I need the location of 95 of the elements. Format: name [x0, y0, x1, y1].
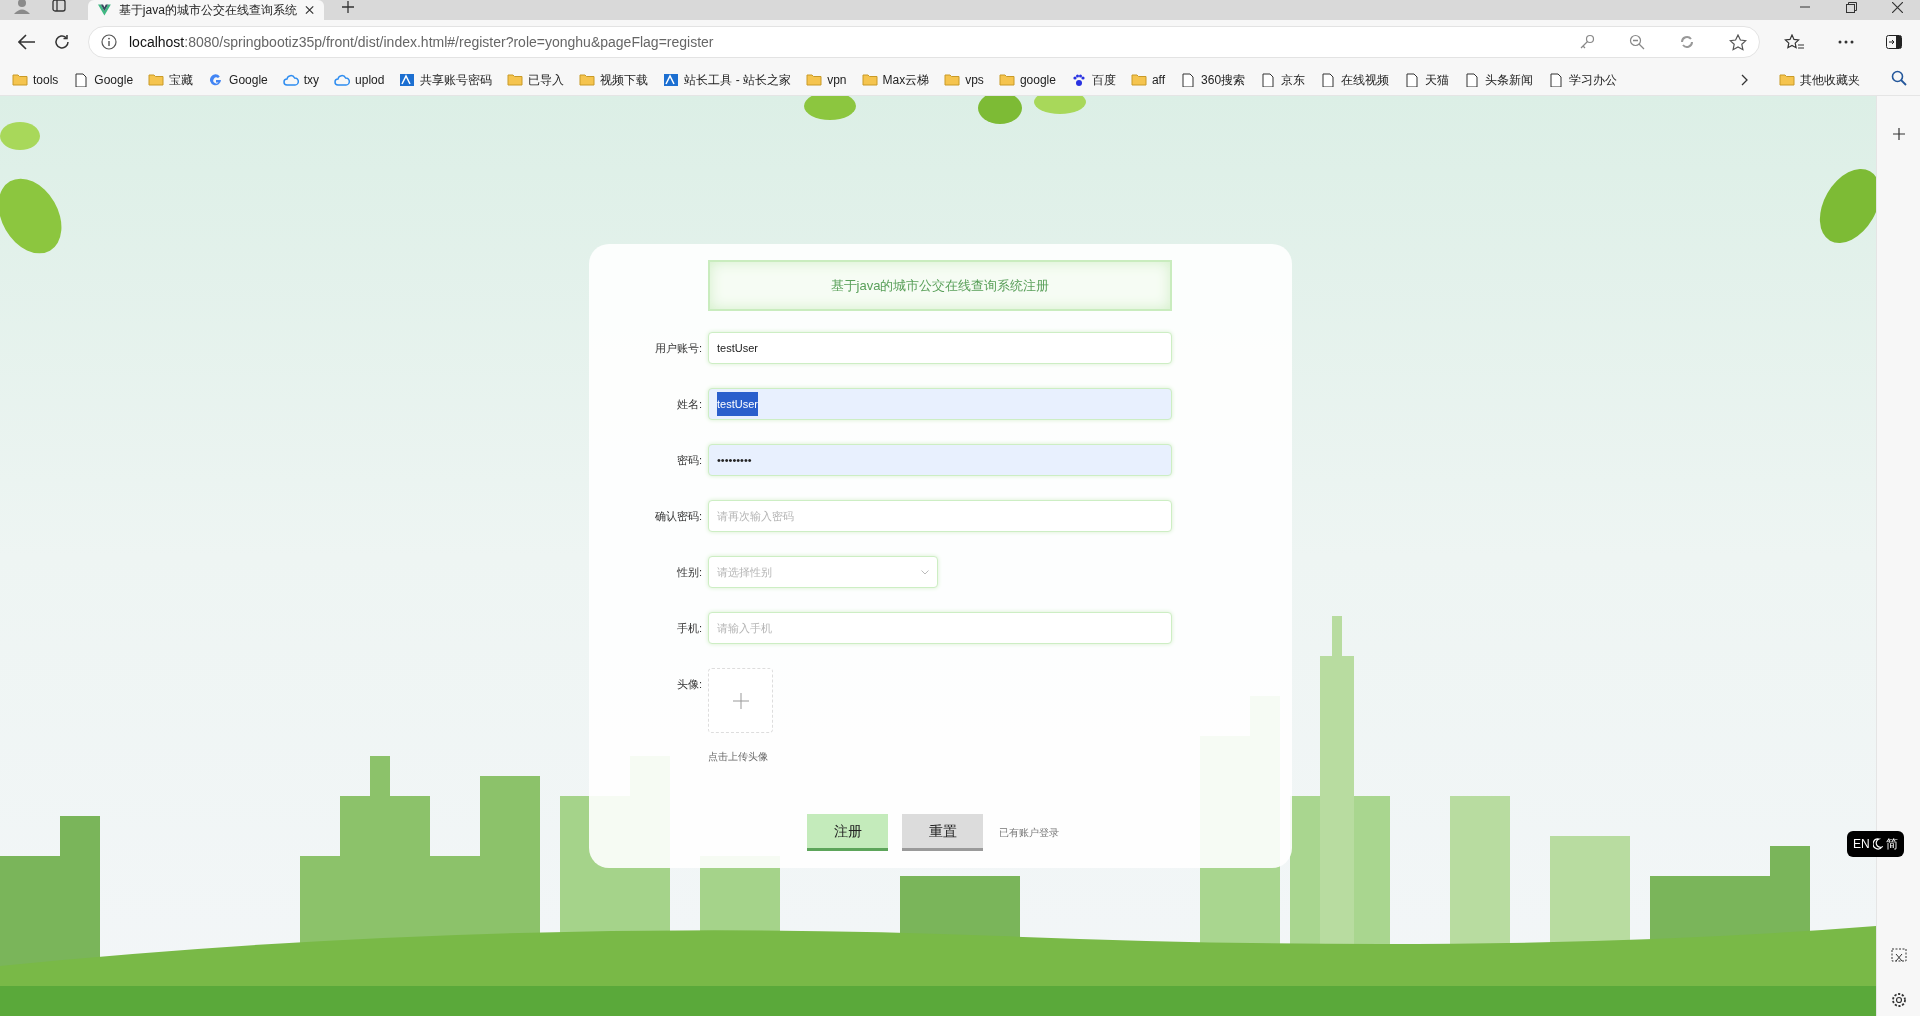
sidebar-icon[interactable]	[1886, 35, 1902, 49]
input-value: testUser	[717, 392, 758, 416]
folder-icon	[998, 72, 1015, 87]
browser-tab[interactable]: 基于java的城市公交在线查询系统	[88, 0, 324, 20]
bookmark[interactable]: 已导入	[507, 70, 565, 89]
bookmark[interactable]: 共享账号密码	[399, 70, 493, 89]
tab-title: 基于java的城市公交在线查询系统	[118, 2, 297, 19]
settings-icon[interactable]	[1890, 992, 1907, 1008]
folder-icon	[1130, 72, 1147, 87]
tab-actions-icon[interactable]	[52, 0, 66, 12]
input-field[interactable]: •••••••••	[708, 444, 1172, 476]
folder-icon	[944, 72, 961, 87]
bookmark[interactable]: aff	[1130, 70, 1166, 89]
page-icon	[1404, 72, 1421, 87]
folder-icon	[579, 72, 596, 87]
bookmark[interactable]: 天猫	[1404, 70, 1450, 89]
bookmark[interactable]: 百度	[1070, 70, 1116, 89]
refresh-icon[interactable]	[54, 34, 70, 50]
input-field[interactable]: testUser	[708, 332, 1172, 364]
app-icon	[663, 72, 680, 87]
folder-icon	[507, 72, 524, 87]
app-icon	[399, 72, 416, 87]
bookmark[interactable]: 京东	[1260, 70, 1306, 89]
close-window-icon[interactable]	[1892, 2, 1903, 13]
page-icon	[1548, 72, 1565, 87]
page-icon	[1464, 72, 1481, 87]
back-icon[interactable]	[18, 34, 36, 50]
restore-icon[interactable]	[1846, 2, 1857, 13]
bookmark[interactable]: 学习办公	[1548, 70, 1618, 89]
address-bar[interactable]: localhost:8080/springbootiz35p/front/dist/index.html#/register?role=yonghu&pageFlag=register	[88, 26, 1760, 58]
upload-hint: 点击上传头像	[708, 750, 769, 764]
url-text: localhost:8080/springbootiz35p/front/dist/index.html#/register?role=yonghu&pageFlag=register	[129, 32, 715, 52]
folder-icon	[861, 72, 878, 87]
chevron-right-icon[interactable]	[1741, 73, 1749, 86]
folder-icon	[148, 72, 165, 87]
star-icon[interactable]	[1729, 33, 1747, 51]
bookmark[interactable]: 视频下载	[579, 70, 649, 89]
bookmark[interactable]: 站长工具 - 站长之家	[663, 70, 792, 89]
input-value: •••••••••	[717, 453, 752, 468]
folder-icon	[12, 72, 28, 87]
field-label: 姓名:	[675, 397, 702, 412]
bookmark[interactable]: Max云梯	[861, 70, 930, 89]
close-icon[interactable]	[304, 5, 314, 15]
field-label: 手机:	[675, 621, 702, 636]
plus-icon	[732, 692, 749, 709]
sync-icon[interactable]	[1679, 34, 1695, 50]
field-label: 用户账号:	[653, 341, 702, 356]
form-title: 基于java的城市公交在线查询系统注册	[708, 260, 1172, 311]
zoom-out-icon[interactable]	[1629, 34, 1645, 50]
moon-icon	[1872, 838, 1883, 850]
input-field[interactable]: testUser	[708, 388, 1172, 420]
vue-logo-icon	[98, 4, 111, 16]
page-icon	[1320, 72, 1337, 87]
page-icon	[1260, 72, 1277, 87]
page-icon	[1180, 72, 1197, 87]
ime-script-text: 简	[1885, 836, 1898, 853]
bookmark[interactable]: 360搜索	[1180, 70, 1246, 89]
bookmark[interactable]: tools	[12, 70, 59, 89]
favorites-icon[interactable]	[1784, 33, 1804, 51]
ime-mode-text: EN	[1853, 836, 1870, 853]
bookmark[interactable]: txy	[282, 70, 320, 89]
field-label: 性别:	[675, 565, 702, 580]
other-bookmarks[interactable]: 其他收藏夹	[1779, 70, 1860, 89]
key-icon[interactable]	[1579, 34, 1595, 50]
field-label: 确认密码:	[653, 509, 702, 524]
input-value: testUser	[717, 341, 758, 356]
add-icon[interactable]	[1892, 128, 1905, 140]
new-tab-icon[interactable]	[342, 1, 354, 13]
bookmark[interactable]: 宝藏	[148, 70, 194, 89]
page-icon	[73, 72, 90, 87]
cloud-icon	[282, 72, 299, 87]
field-label: 密码:	[675, 453, 702, 468]
bookmark[interactable]: 头条新闻	[1464, 70, 1534, 89]
folder-icon	[806, 72, 823, 87]
screenshot-icon[interactable]	[1890, 948, 1907, 964]
more-icon[interactable]	[1838, 40, 1854, 44]
bookmark[interactable]: vpn	[806, 70, 847, 89]
placeholder-text: 请再次输入密码	[717, 508, 794, 524]
info-icon[interactable]	[101, 34, 117, 50]
cloud-icon	[334, 72, 351, 87]
register-button[interactable]: 注册	[807, 814, 888, 851]
field-label: 头像:	[675, 677, 702, 692]
login-link[interactable]: 已有账户登录	[999, 825, 1059, 840]
bookmark[interactable]: Google	[73, 70, 134, 89]
bookmark[interactable]: google	[998, 70, 1056, 89]
bookmark[interactable]: uplod	[334, 70, 385, 89]
folder-icon	[1779, 73, 1795, 86]
ime-indicator[interactable]: EN 简	[1847, 831, 1904, 857]
bookmark[interactable]: vps	[944, 70, 984, 89]
chevron-down-icon	[921, 569, 929, 575]
bookmark[interactable]: 在线视频	[1320, 70, 1390, 89]
placeholder-text: 请输入手机	[717, 620, 772, 636]
reset-button[interactable]: 重置	[902, 814, 983, 851]
bookmark[interactable]: Google	[208, 70, 268, 89]
search-icon[interactable]	[1890, 70, 1907, 86]
